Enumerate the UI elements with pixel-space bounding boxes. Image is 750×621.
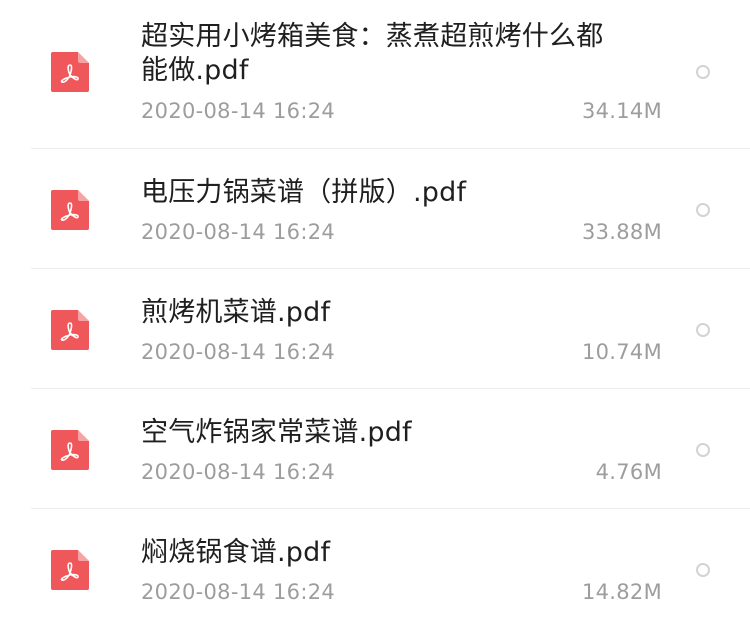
file-name: 煎烤机菜谱.pdf <box>141 297 331 328</box>
file-date: 2020-08-14 16:24 <box>141 580 336 604</box>
file-size: 4.76M <box>595 460 662 484</box>
pdf-file-icon <box>51 52 89 92</box>
file-row[interactable]: 超实用小烤箱美食：蒸煮超煎烤什么都能做.pdf 2020-08-14 16:24… <box>0 0 750 148</box>
file-name: 空气炸锅家常菜谱.pdf <box>141 417 412 448</box>
pdf-file-icon <box>51 310 89 350</box>
file-size: 34.14M <box>581 99 662 123</box>
select-radio[interactable] <box>696 203 710 217</box>
file-size: 33.88M <box>581 220 662 244</box>
file-list: 超实用小烤箱美食：蒸煮超煎烤什么都能做.pdf 2020-08-14 16:24… <box>0 0 750 621</box>
file-name: 焖烧锅食谱.pdf <box>141 537 331 568</box>
select-radio[interactable] <box>696 443 710 457</box>
select-radio[interactable] <box>696 323 710 337</box>
file-row[interactable]: 空气炸锅家常菜谱.pdf 2020-08-14 16:24 4.76M <box>0 389 750 508</box>
file-size: 14.82M <box>581 580 662 604</box>
file-date: 2020-08-14 16:24 <box>141 340 336 364</box>
pdf-file-icon <box>51 550 89 590</box>
file-row[interactable]: 电压力锅菜谱（拼版）.pdf 2020-08-14 16:24 33.88M <box>0 149 750 268</box>
file-name: 超实用小烤箱美食：蒸煮超煎烤什么都能做.pdf <box>141 21 604 86</box>
file-size: 10.74M <box>581 340 662 364</box>
select-radio[interactable] <box>696 65 710 79</box>
select-radio[interactable] <box>696 563 710 577</box>
file-date: 2020-08-14 16:24 <box>141 460 336 484</box>
file-date: 2020-08-14 16:24 <box>141 220 336 244</box>
file-name: 电压力锅菜谱（拼版）.pdf <box>141 177 467 208</box>
file-row[interactable]: 煎烤机菜谱.pdf 2020-08-14 16:24 10.74M <box>0 269 750 388</box>
pdf-file-icon <box>51 190 89 230</box>
file-date: 2020-08-14 16:24 <box>141 99 336 123</box>
file-row[interactable]: 焖烧锅食谱.pdf 2020-08-14 16:24 14.82M <box>0 509 750 621</box>
pdf-file-icon <box>51 430 89 470</box>
